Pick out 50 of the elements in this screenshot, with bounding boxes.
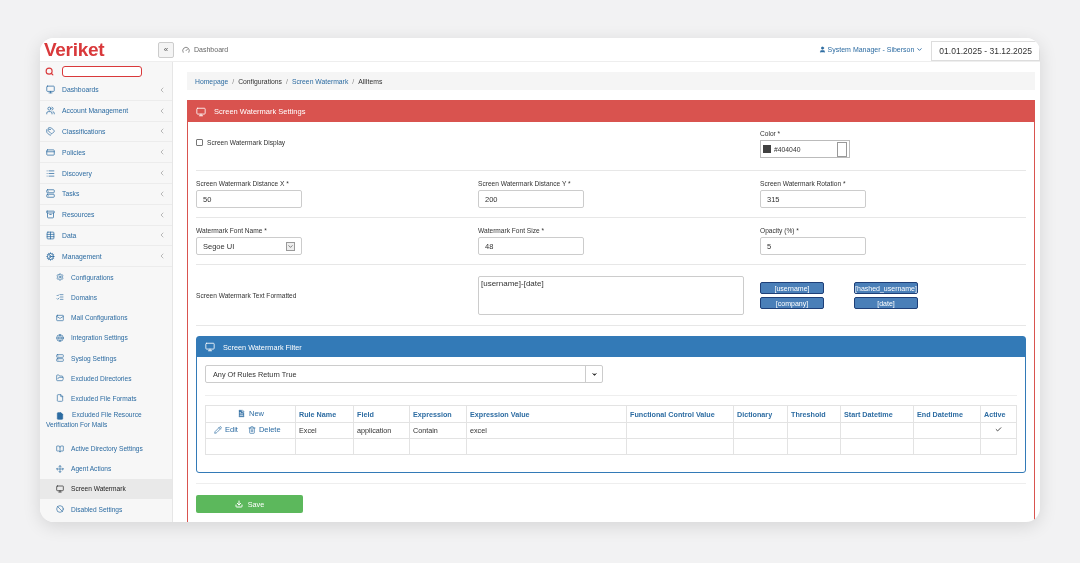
sidebar-icon (56, 313, 64, 322)
sidebar-icon (46, 189, 55, 199)
trash-icon (247, 425, 256, 434)
text-area[interactable]: [username]-[date] (478, 276, 744, 315)
chevron-icon (158, 169, 166, 178)
chevron-icon (158, 127, 166, 136)
caret-icon (287, 242, 294, 250)
user-icon (818, 46, 826, 53)
chevron-icon (158, 106, 166, 115)
sidebar-icon (56, 273, 64, 282)
chevron-icon (158, 210, 166, 219)
chevron-icon (158, 189, 166, 198)
chevron-icon (158, 85, 166, 94)
sidebar-icon (46, 230, 55, 240)
sidebar-icon (56, 374, 64, 383)
monitor-icon (205, 342, 215, 352)
sidebar-icon (56, 444, 64, 453)
sidebar-icon (46, 147, 55, 157)
gauge-icon (182, 45, 190, 54)
collapse-button[interactable]: « (158, 41, 174, 58)
file-icon (56, 411, 64, 420)
sidebar-icon (56, 333, 64, 342)
sidebar-icon (46, 251, 55, 261)
download-icon (234, 500, 243, 508)
sidebar-icon (46, 168, 55, 178)
search-icon (45, 66, 54, 76)
sidebar-icon (46, 106, 55, 116)
sidebar-icon (56, 354, 64, 362)
spin-control[interactable] (837, 141, 847, 157)
search-field[interactable] (62, 65, 142, 77)
caret-icon (590, 370, 598, 378)
sidebar-icon (56, 484, 64, 493)
chevron-icon (158, 252, 166, 261)
sidebar-icon (56, 464, 64, 473)
caret-icon (916, 46, 924, 53)
chevron-icon (158, 148, 166, 157)
chevron-icon (158, 231, 166, 240)
sidebar-icon (46, 210, 55, 220)
pencil-icon (214, 425, 222, 434)
color-swatch (763, 145, 771, 153)
sidebar-icon (46, 85, 55, 95)
dropdown-button[interactable] (286, 241, 295, 251)
logo: Veriket (43, 38, 106, 61)
sidebar-icon (56, 505, 64, 514)
sidebar-icon (56, 394, 64, 403)
sidebar-icon (56, 293, 64, 302)
file-icon (237, 408, 246, 418)
date-range[interactable]: 01.01.2025 - 31.12.2025 (931, 40, 1040, 61)
monitor-icon (196, 106, 206, 117)
sidebar-icon (46, 127, 55, 136)
